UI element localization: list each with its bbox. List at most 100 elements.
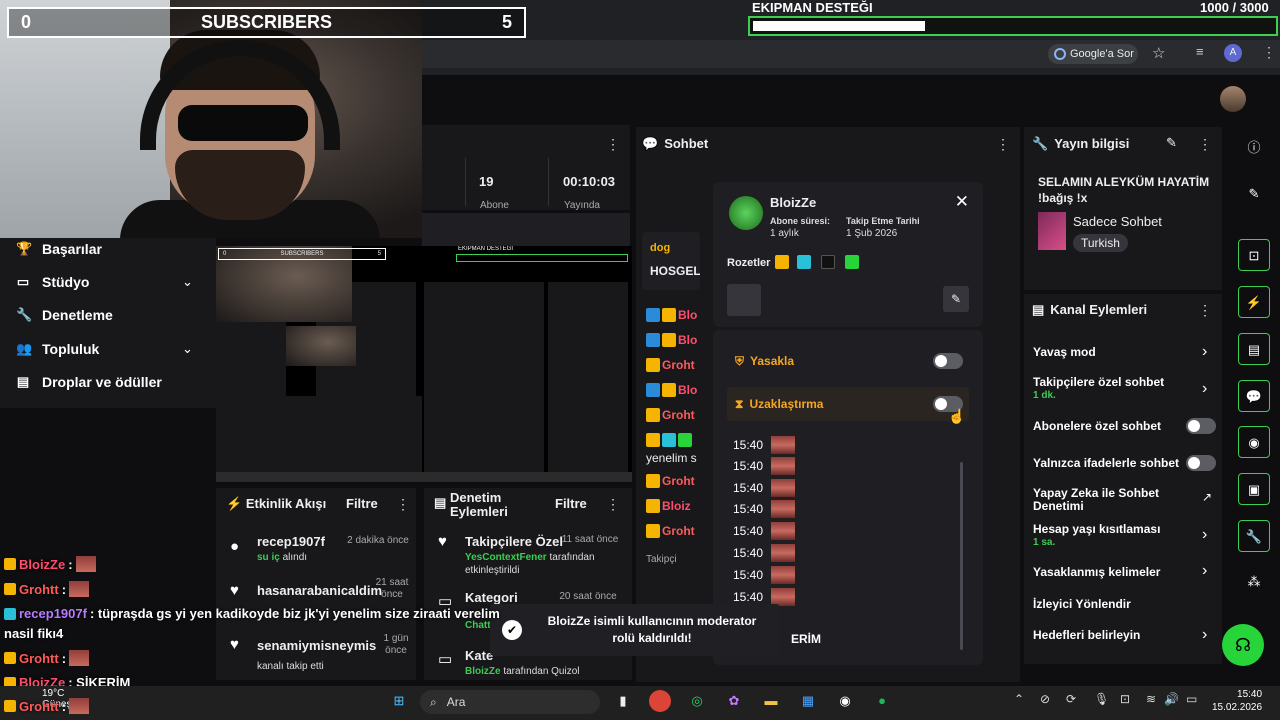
info-icon[interactable]: ⓘ — [1238, 132, 1270, 164]
folder-icon[interactable]: ▬ — [760, 690, 782, 712]
action-subscribers-only[interactable]: Abonelere özel sohbet — [1033, 420, 1193, 433]
support-icon[interactable]: ☊ — [1222, 624, 1264, 666]
chat-line[interactable]: Blo — [646, 306, 706, 324]
remove-mod-icon[interactable]: ✎ — [943, 286, 969, 312]
action-slow-mode[interactable]: Yavaş mod — [1033, 346, 1193, 359]
mod-event-name[interactable]: Takipçilere Özel — [465, 534, 563, 549]
activity-filter-button[interactable]: Filtre — [346, 496, 378, 511]
nav-item-moderation[interactable]: 🔧 Denetleme — [16, 303, 113, 327]
viewer-action-button[interactable] — [727, 284, 761, 316]
spotify-icon[interactable]: ● — [871, 690, 893, 712]
viewer-name[interactable]: BloizZe — [770, 195, 816, 210]
taskbar-search[interactable]: ⌕ Ara — [420, 690, 600, 714]
google-ask-label: Google'a Sor — [1070, 48, 1134, 60]
stats-menu-icon[interactable]: ⋮ — [606, 136, 620, 153]
stream-tag[interactable]: Turkish — [1073, 234, 1128, 252]
chat-icon[interactable]: 💬 — [1238, 380, 1270, 412]
tray-sync-icon[interactable]: ⟳ — [1066, 692, 1076, 706]
emote-only-toggle[interactable] — [1186, 455, 1216, 471]
action-account-age[interactable]: Hesap yaşı kısıtlaması 1 sa. — [1033, 523, 1193, 549]
follow-date-value: 1 Şub 2026 — [846, 228, 898, 239]
volume-icon[interactable]: 🔊 — [1164, 692, 1179, 706]
stream-info-menu-icon[interactable]: ⋮ — [1198, 136, 1212, 153]
chat-line[interactable]: Groht — [646, 406, 706, 424]
mod-event-name[interactable]: Kategori — [465, 590, 518, 605]
scrollbar[interactable] — [960, 462, 963, 650]
action-banned-words[interactable]: Yasaklanmış kelimeler — [1033, 566, 1193, 579]
tray-app-icon[interactable]: ⊘ — [1040, 692, 1050, 706]
chat-line[interactable]: Groht — [646, 356, 706, 374]
pinned-message[interactable]: dog HOSGELI — [642, 232, 700, 290]
lightning-icon[interactable]: ⚡ — [1238, 286, 1270, 318]
stream-category[interactable]: Sadece Sohbet — [1073, 214, 1162, 229]
chat-line[interactable]: Groht — [646, 472, 706, 490]
subscribers-only-toggle[interactable] — [1186, 418, 1216, 434]
chat-line[interactable]: Groht — [646, 522, 706, 540]
chat-line[interactable]: Blo — [646, 381, 706, 399]
chevron-right-icon[interactable]: › — [1202, 562, 1207, 580]
event-user[interactable]: senamiymisneymis — [257, 638, 376, 653]
mod-event-name[interactable]: Kate — [465, 648, 493, 663]
nav-item-community[interactable]: 👥 Topluluk — [16, 337, 99, 361]
browser-menu-icon[interactable]: ⋮ — [1262, 44, 1276, 61]
obs-icon[interactable]: ◉ — [834, 690, 856, 712]
microphone-icon[interactable]: 🎙 — [1094, 692, 1109, 706]
moderation-menu-icon[interactable]: ⋮ — [606, 496, 620, 513]
event-user[interactable]: hasanarabanicaldim — [257, 583, 382, 598]
nav-item-achievements[interactable]: 🏆 Başarılar — [16, 237, 102, 261]
chat-line[interactable]: Blo — [646, 331, 706, 349]
activity-menu-icon[interactable]: ⋮ — [396, 496, 410, 513]
action-raid[interactable]: İzleyici Yönlendir — [1033, 598, 1193, 611]
google-ask-button[interactable]: Google'a Sor — [1048, 44, 1138, 64]
nav-item-drops[interactable]: ▤ Droplar ve ödüller — [16, 370, 162, 394]
chat-line[interactable] — [646, 431, 706, 449]
chevron-right-icon[interactable]: › — [1202, 526, 1207, 544]
close-icon[interactable]: ✕ — [955, 192, 969, 212]
wrench-icon[interactable]: 🔧 — [1238, 520, 1270, 552]
store-icon[interactable]: ▦ — [797, 690, 819, 712]
bookmark-star-icon[interactable]: ☆ — [1152, 44, 1165, 62]
reading-list-icon[interactable]: ≡ — [1196, 44, 1204, 59]
ban-row[interactable]: ⛨ Yasakla — [727, 344, 969, 378]
screenshot-icon[interactable]: ⊡ — [1238, 239, 1270, 271]
stream-stats — [422, 125, 630, 210]
video-icon[interactable]: ▣ — [1238, 473, 1270, 505]
pencil-icon[interactable]: ✎ — [1238, 178, 1270, 210]
tray-update-icon[interactable]: ⊡ — [1120, 692, 1130, 706]
chat-menu-icon[interactable]: ⋮ — [996, 136, 1010, 153]
battery-icon[interactable]: ▭ — [1186, 692, 1197, 706]
chrome-icon[interactable] — [649, 690, 671, 712]
timeout-row[interactable]: ⧗ Uzaklaştırma — [727, 387, 969, 421]
chevron-down-icon[interactable]: ⌄ — [182, 341, 193, 357]
action-emote-only[interactable]: Yalnızca ifadelerle sohbet — [1033, 457, 1193, 470]
chevron-down-icon[interactable]: ⌄ — [182, 274, 193, 290]
task-view-icon[interactable]: ▮ — [612, 690, 634, 712]
chevron-right-icon[interactable]: › — [1202, 626, 1207, 644]
ban-toggle[interactable] — [933, 353, 963, 369]
nav-item-studio[interactable]: ▭ Stüdyo — [16, 270, 90, 294]
action-goals[interactable]: Hedefleri belirleyin — [1033, 629, 1193, 642]
tray-chevron-icon[interactable]: ⌃ — [1014, 692, 1024, 706]
broadcast-icon[interactable]: ◉ — [1238, 426, 1270, 458]
moderation-filter-button[interactable]: Filtre — [555, 496, 587, 511]
history-row: 15:40 — [733, 436, 797, 454]
chat-line[interactable]: Bloiz — [646, 497, 706, 515]
external-link-icon[interactable]: ↗ — [1202, 490, 1212, 504]
copilot-icon[interactable]: ✿ — [723, 690, 745, 712]
channel-actions-menu-icon[interactable]: ⋮ — [1198, 302, 1212, 319]
chevron-right-icon[interactable]: › — [1202, 380, 1207, 398]
notes-icon[interactable]: ▤ — [1238, 333, 1270, 365]
action-ai-moderation[interactable]: Yapay Zeka ile Sohbet Denetimi — [1033, 487, 1193, 513]
edit-icon[interactable]: ✎ — [1166, 135, 1177, 151]
whatsapp-icon[interactable]: ◎ — [686, 690, 708, 712]
user-avatar[interactable] — [1220, 86, 1246, 112]
wifi-icon[interactable]: ≋ — [1146, 692, 1156, 706]
action-followers-only[interactable]: Takipçilere özel sohbet 1 dk. — [1033, 376, 1193, 402]
event-user[interactable]: recep1907f — [257, 534, 325, 549]
windows-start-icon[interactable]: ⊞ — [388, 690, 410, 712]
users-icon[interactable]: ⁂ — [1238, 566, 1270, 598]
chevron-right-icon[interactable]: › — [1202, 343, 1207, 361]
timeout-label: Uzaklaştırma — [749, 397, 824, 411]
account-avatar[interactable]: A — [1224, 44, 1242, 62]
taskbar-clock[interactable]: 15:40 15.02.2026 — [1212, 688, 1262, 714]
